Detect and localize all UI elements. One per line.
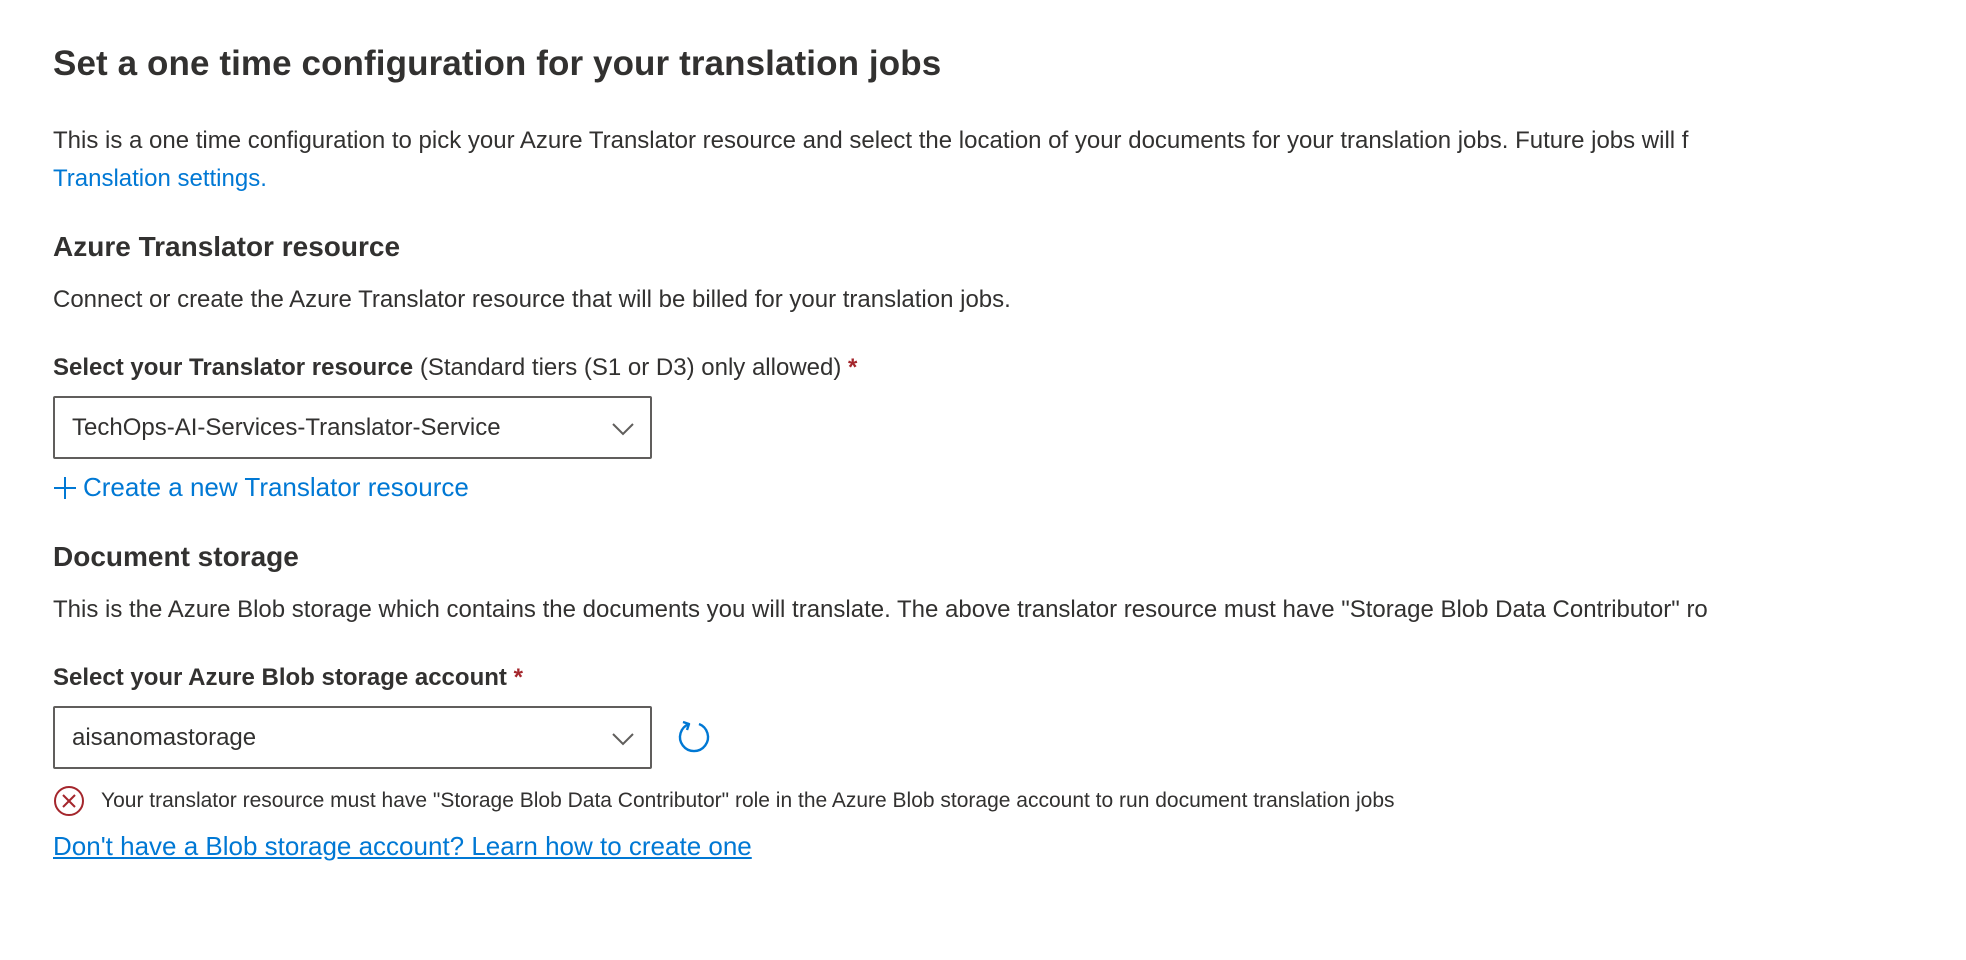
chevron-down-icon — [612, 733, 634, 746]
storage-error-text: Your translator resource must have "Stor… — [101, 789, 1395, 812]
storage-account-dropdown[interactable]: aisanomastorage — [53, 706, 652, 769]
intro-description: This is a one time configuration to pick… — [53, 127, 1689, 154]
intro-text: This is a one time configuration to pick… — [53, 122, 1966, 198]
chevron-down-icon — [612, 423, 634, 436]
storage-account-selected-value: aisanomastorage — [72, 724, 257, 751]
storage-section-description: This is the Azure Blob storage which con… — [53, 596, 1708, 623]
storage-field-label: Select your Azure Blob storage account * — [53, 664, 523, 692]
learn-create-storage-link[interactable]: Don't have a Blob storage account? Learn… — [53, 831, 752, 862]
plus-icon — [54, 476, 76, 499]
translation-config-panel: Set a one time configuration for your tr… — [0, 0, 1966, 960]
storage-error-message: Your translator resource must have "Stor… — [53, 785, 1395, 817]
page-title: Set a one time configuration for your tr… — [53, 44, 942, 83]
storage-section-heading: Document storage — [53, 541, 299, 572]
translator-field-label-text: Select your Translator resource — [53, 354, 414, 381]
translation-settings-link[interactable]: Translation settings. — [53, 160, 1966, 198]
translator-field-label: Select your Translator resource (Standar… — [53, 354, 857, 382]
translator-section-description: Connect or create the Azure Translator r… — [53, 286, 1011, 313]
error-circle-icon — [54, 786, 84, 816]
create-translator-resource-label: Create a new Translator resource — [83, 472, 469, 502]
refresh-icon[interactable] — [676, 718, 712, 754]
translator-resource-selected-value: TechOps-AI-Services-Translator-Service — [72, 414, 501, 441]
storage-field-label-text: Select your Azure Blob storage account — [53, 664, 507, 691]
translator-resource-dropdown[interactable]: TechOps-AI-Services-Translator-Service — [53, 396, 652, 459]
required-marker: * — [848, 354, 858, 381]
required-marker: * — [513, 664, 523, 691]
translator-field-hint: (Standard tiers (S1 or D3) only allowed) — [419, 354, 842, 381]
create-translator-resource-link[interactable]: Create a new Translator resource — [53, 472, 469, 503]
translator-section-heading: Azure Translator resource — [53, 231, 401, 262]
